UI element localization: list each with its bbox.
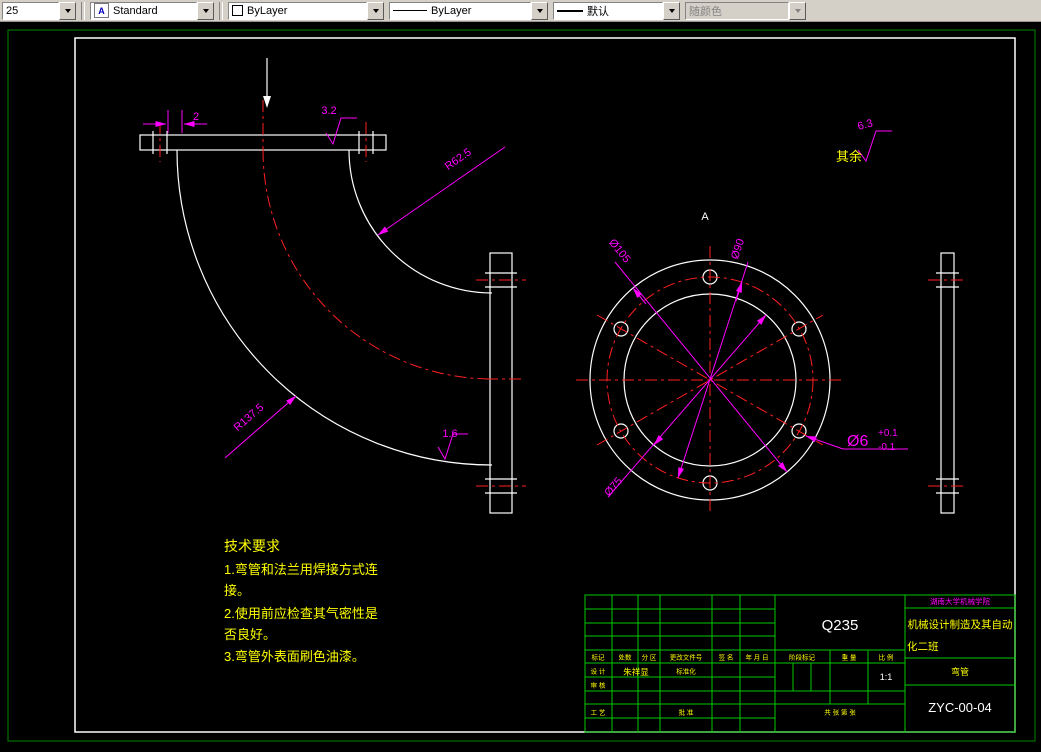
roughness-symbol-icon <box>325 117 357 146</box>
tech-req-title: 技术要求 <box>224 538 280 554</box>
dim-flange-thickness: 2 <box>193 111 199 123</box>
plot-style-value: 随颜色 <box>689 5 722 18</box>
text-style-combo[interactable]: A Standard <box>90 1 214 20</box>
dim-outer-radius: R137.5 <box>232 402 267 434</box>
dim-hole-diameter: Ø6 <box>847 433 868 450</box>
tb-part-name: 弯管 <box>951 666 969 677</box>
tb-header-change-file: 更改文件号 <box>670 653 703 662</box>
tb-school: 湖南大学机械学院 <box>930 596 990 606</box>
drawing-frame <box>74 37 1016 733</box>
elbow-side-view <box>139 58 517 514</box>
tech-req-line: 3.弯管外表面刷色油漆。 <box>224 649 365 664</box>
lineweight-combo[interactable]: 默认 <box>553 1 680 20</box>
tech-req-line: 1.弯管和法兰用焊接方式连 <box>224 562 378 577</box>
color-combo[interactable]: ByLayer <box>228 1 384 20</box>
roughness-rest-label: 其余 <box>836 149 862 164</box>
color-swatch-icon <box>232 5 243 16</box>
model-space: A 2 3.2 R62.5 R137.5 1.6 Ø105 Ø90 Ø75 Ø6… <box>0 22 1041 747</box>
dim-roughness-inner: 1.6 <box>442 428 457 440</box>
tb-role-process: 工 艺 <box>591 709 606 717</box>
tb-header-weight: 重 量 <box>842 654 857 662</box>
linetype-combo[interactable]: ByLayer <box>389 1 548 20</box>
text-style-value: Standard <box>113 4 158 17</box>
dim-hole-tol-upper: +0.1 <box>878 428 898 439</box>
color-value: ByLayer <box>247 4 288 17</box>
tb-header-signature: 签 名 <box>719 653 734 662</box>
dropdown-arrow-icon[interactable] <box>367 1 384 20</box>
tech-requirements: 技术要求 1.弯管和法兰用焊接方式连 接。 2.使用前应检查其气密性是 否良好。… <box>224 538 378 664</box>
tb-role-standardization: 标准化 <box>676 667 696 676</box>
dim-scale-value: 25 <box>6 4 19 17</box>
tech-req-line: 2.使用前应检查其气密性是 <box>224 606 378 621</box>
linetype-sample-icon <box>393 10 427 11</box>
dim-inner-radius: R62.5 <box>443 146 474 173</box>
plot-style-combo: 随颜色 <box>685 1 806 20</box>
tb-scale-value: 1:1 <box>880 672 893 682</box>
tb-drawing-number: ZYC-00-04 <box>928 700 992 715</box>
viewport-border <box>7 29 1036 742</box>
tb-header-mark: 标记 <box>592 653 606 662</box>
lineweight-sample-icon <box>557 9 583 12</box>
tb-designer-name: 朱祥显 <box>623 667 649 677</box>
section-arrow-icon <box>263 96 271 108</box>
toolbar-separator <box>219 1 223 20</box>
tb-class-line1: 机械设计制造及其自动 <box>908 618 1013 631</box>
dimensions <box>143 110 908 498</box>
tb-header-sheet: 共 张 第 张 <box>824 708 856 717</box>
dim-hole-tol-lower: -0.1 <box>878 442 896 453</box>
tb-material: Q235 <box>822 617 859 634</box>
flange-front-view <box>589 252 959 514</box>
tb-class-line2: 化二班 <box>907 640 939 653</box>
dim-bolt-circle-diameter: Ø90 <box>729 237 747 260</box>
tb-header-scale: 比 例 <box>879 653 894 662</box>
dropdown-arrow-icon[interactable] <box>197 1 214 20</box>
linetype-value: ByLayer <box>431 4 472 17</box>
dim-roughness-top: 3.2 <box>321 105 336 117</box>
tech-req-line: 接。 <box>224 583 250 598</box>
dropdown-arrow-icon[interactable] <box>59 1 76 20</box>
roughness-symbol-icon <box>857 130 892 163</box>
tb-role-approve: 批 准 <box>679 708 694 717</box>
dropdown-arrow-icon[interactable] <box>663 1 680 20</box>
tb-header-count: 处数 <box>619 653 633 662</box>
dim-scale-combo[interactable]: 25 <box>2 1 76 20</box>
dim-outer-diameter: Ø105 <box>606 237 632 265</box>
toolbar-separator <box>81 1 85 20</box>
drawing-canvas[interactable]: A 2 3.2 R62.5 R137.5 1.6 Ø105 Ø90 Ø75 Ø6… <box>0 22 1041 747</box>
dim-roughness-rest-value: 6.3 <box>856 117 874 133</box>
tb-header-date: 年 月 日 <box>745 653 768 662</box>
tb-role-design: 设 计 <box>591 667 606 676</box>
tb-role-check: 审 核 <box>591 681 606 690</box>
tb-header-zone: 分 区 <box>642 653 657 662</box>
view-label: A <box>701 211 709 223</box>
lineweight-value: 默认 <box>587 5 609 18</box>
properties-toolbar: 25 A Standard ByLayer ByLayer 默认 随颜色 <box>0 0 1041 22</box>
dropdown-arrow-icon[interactable] <box>531 1 548 20</box>
dropdown-arrow-icon <box>789 1 806 20</box>
dim-bore-diameter: Ø75 <box>602 475 625 499</box>
tech-req-line: 否良好。 <box>224 627 276 642</box>
dimension-texts: 2 3.2 R62.5 R137.5 1.6 Ø105 Ø90 Ø75 Ø6 +… <box>193 105 898 499</box>
text-style-icon: A <box>94 3 109 18</box>
tb-header-stage-mark: 阶段标记 <box>789 653 816 662</box>
